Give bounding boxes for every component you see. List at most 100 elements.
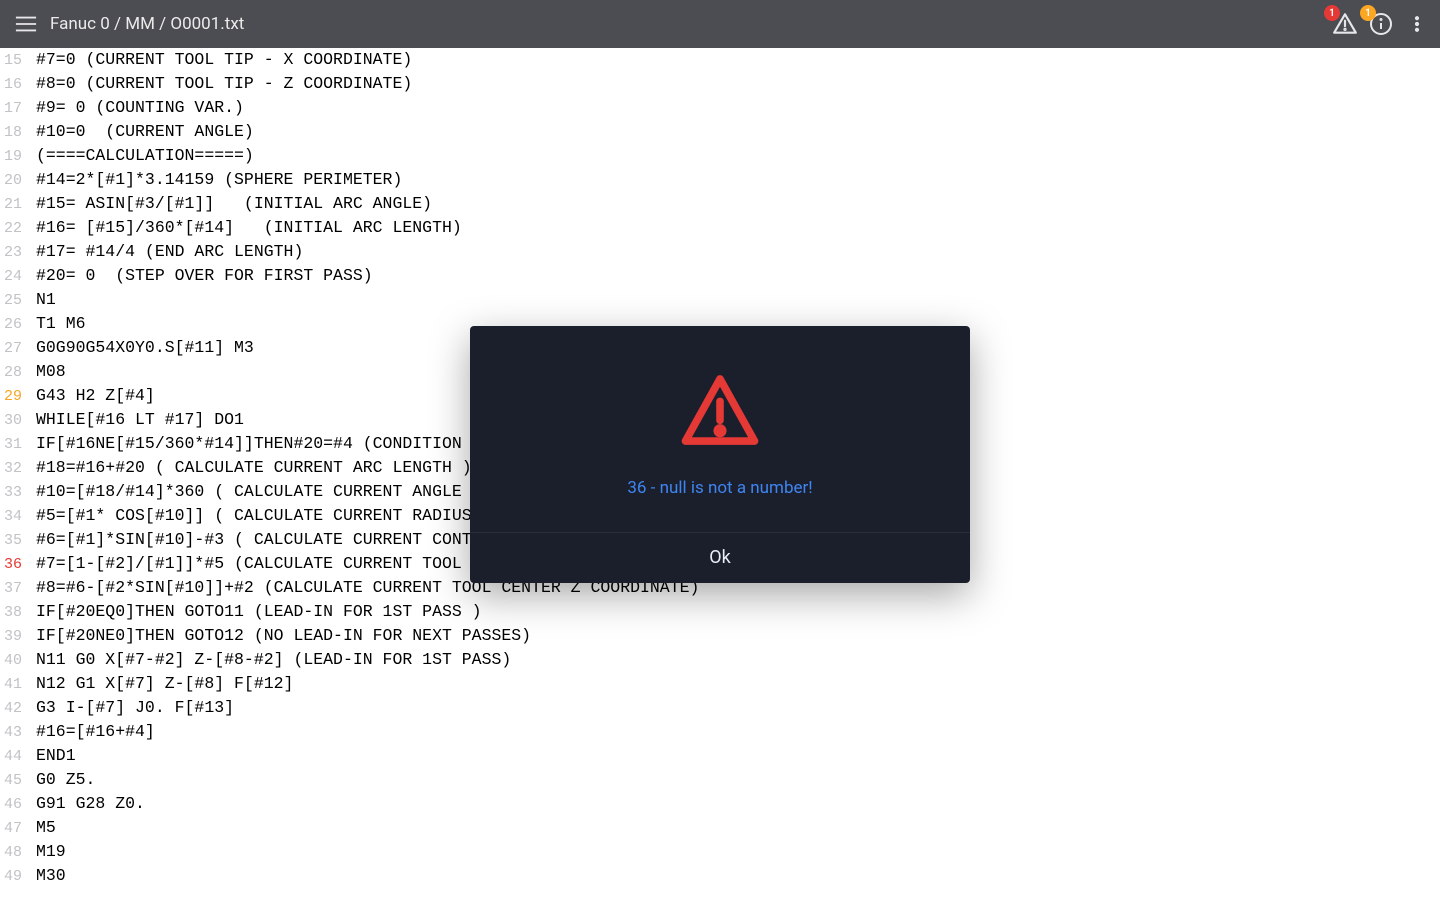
code-line[interactable]: 40N11 G0 X[#7-#2] Z-[#8-#2] (LEAD-IN FOR…	[0, 648, 1440, 672]
code-line[interactable]: 48M19	[0, 840, 1440, 864]
code-text: T1 M6	[30, 312, 86, 336]
line-number: 21	[0, 193, 30, 217]
code-text: IF[#20EQ0]THEN GOTO11 (LEAD-IN FOR 1ST P…	[30, 600, 482, 624]
code-line[interactable]: 19(====CALCULATION=====)	[0, 144, 1440, 168]
line-number: 46	[0, 793, 30, 817]
code-line[interactable]: 21#15= ASIN[#3/[#1]] (INITIAL ARC ANGLE)	[0, 192, 1440, 216]
code-line[interactable]: 45G0 Z5.	[0, 768, 1440, 792]
code-line[interactable]: 18#10=0 (CURRENT ANGLE)	[0, 120, 1440, 144]
menu-button[interactable]	[12, 10, 40, 38]
line-number: 42	[0, 697, 30, 721]
line-number: 32	[0, 457, 30, 481]
code-line[interactable]: 46G91 G28 Z0.	[0, 792, 1440, 816]
code-text: #18=#16+#20 ( CALCULATE CURRENT ARC LENG…	[30, 456, 472, 480]
line-number: 36	[0, 553, 30, 577]
line-number: 37	[0, 577, 30, 601]
code-text: #9= 0 (COUNTING VAR.)	[30, 96, 244, 120]
line-number: 45	[0, 769, 30, 793]
code-text: M08	[30, 360, 66, 384]
hamburger-icon	[15, 15, 37, 33]
warning-badge: 1	[1324, 5, 1340, 21]
code-line[interactable]: 43#16=[#16+#4]	[0, 720, 1440, 744]
line-number: 34	[0, 505, 30, 529]
code-line[interactable]: 20#14=2*[#1]*3.14159 (SPHERE PERIMETER)	[0, 168, 1440, 192]
code-text: #5=[#1* COS[#10]] ( CALCULATE CURRENT RA…	[30, 504, 482, 528]
line-number: 19	[0, 145, 30, 169]
code-text: IF[#20NE0]THEN GOTO12 (NO LEAD-IN FOR NE…	[30, 624, 531, 648]
line-number: 28	[0, 361, 30, 385]
line-number: 41	[0, 673, 30, 697]
code-line[interactable]: 25N1	[0, 288, 1440, 312]
line-number: 26	[0, 313, 30, 337]
code-text: G0 Z5.	[30, 768, 95, 792]
line-number: 27	[0, 337, 30, 361]
line-number: 20	[0, 169, 30, 193]
code-text: N12 G1 X[#7] Z-[#8] F[#12]	[30, 672, 293, 696]
code-text: G43 H2 Z[#4]	[30, 384, 155, 408]
info-button[interactable]: 1	[1366, 9, 1396, 39]
more-button[interactable]	[1402, 9, 1432, 39]
code-text: #20= 0 (STEP OVER FOR FIRST PASS)	[30, 264, 373, 288]
code-text: #16= [#15]/360*[#14] (INITIAL ARC LENGTH…	[30, 216, 462, 240]
code-text: #17= #14/4 (END ARC LENGTH)	[30, 240, 303, 264]
line-number: 31	[0, 433, 30, 457]
code-text: #14=2*[#1]*3.14159 (SPHERE PERIMETER)	[30, 168, 402, 192]
line-number: 39	[0, 625, 30, 649]
code-line[interactable]: 49M30	[0, 864, 1440, 888]
code-text: #16=[#16+#4]	[30, 720, 155, 744]
code-line[interactable]: 23#17= #14/4 (END ARC LENGTH)	[0, 240, 1440, 264]
code-text: N1	[30, 288, 56, 312]
code-text: END1	[30, 744, 76, 768]
code-text: G91 G28 Z0.	[30, 792, 145, 816]
code-text: #10=[#18/#14]*360 ( CALCULATE CURRENT AN…	[30, 480, 482, 504]
line-number: 47	[0, 817, 30, 841]
code-text: #15= ASIN[#3/[#1]] (INITIAL ARC ANGLE)	[30, 192, 432, 216]
header-bar: Fanuc 0 / MM / O0001.txt 1 1	[0, 0, 1440, 48]
header-title: Fanuc 0 / MM / O0001.txt	[50, 14, 244, 34]
info-badge: 1	[1360, 5, 1376, 21]
code-line[interactable]: 42G3 I-[#7] J0. F[#13]	[0, 696, 1440, 720]
header-actions: 1 1	[1330, 9, 1432, 39]
line-number: 48	[0, 841, 30, 865]
code-line[interactable]: 22#16= [#15]/360*[#14] (INITIAL ARC LENG…	[0, 216, 1440, 240]
code-line[interactable]: 44END1	[0, 744, 1440, 768]
code-text: #8=0 (CURRENT TOOL TIP - Z COORDINATE)	[30, 72, 412, 96]
warnings-button[interactable]: 1	[1330, 9, 1360, 39]
code-text: (====CALCULATION=====)	[30, 144, 254, 168]
code-text: G0G90G54X0Y0.S[#11] M3	[30, 336, 254, 360]
code-text: M19	[30, 840, 66, 864]
code-text: #7=0 (CURRENT TOOL TIP - X COORDINATE)	[30, 48, 412, 72]
alert-triangle-icon	[677, 372, 763, 448]
line-number: 44	[0, 745, 30, 769]
code-line[interactable]: 17#9= 0 (COUNTING VAR.)	[0, 96, 1440, 120]
line-number: 18	[0, 121, 30, 145]
code-line[interactable]: 47M5	[0, 816, 1440, 840]
code-text: #10=0 (CURRENT ANGLE)	[30, 120, 254, 144]
code-text: N11 G0 X[#7-#2] Z-[#8-#2] (LEAD-IN FOR 1…	[30, 648, 511, 672]
dialog-message: 36 - null is not a number!	[470, 448, 970, 532]
line-number: 29	[0, 385, 30, 409]
line-number: 24	[0, 265, 30, 289]
line-number: 40	[0, 649, 30, 673]
line-number: 15	[0, 49, 30, 73]
line-number: 25	[0, 289, 30, 313]
line-number: 35	[0, 529, 30, 553]
code-text: M30	[30, 864, 66, 888]
code-line[interactable]: 24#20= 0 (STEP OVER FOR FIRST PASS)	[0, 264, 1440, 288]
dialog-ok-button[interactable]: Ok	[470, 533, 970, 583]
line-number: 16	[0, 73, 30, 97]
line-number: 17	[0, 97, 30, 121]
code-line[interactable]: 41N12 G1 X[#7] Z-[#8] F[#12]	[0, 672, 1440, 696]
line-number: 49	[0, 865, 30, 889]
line-number: 43	[0, 721, 30, 745]
code-line[interactable]: 38IF[#20EQ0]THEN GOTO11 (LEAD-IN FOR 1ST…	[0, 600, 1440, 624]
dialog-icon-wrap	[470, 326, 970, 448]
code-line[interactable]: 16#8=0 (CURRENT TOOL TIP - Z COORDINATE)	[0, 72, 1440, 96]
line-number: 33	[0, 481, 30, 505]
code-text: G3 I-[#7] J0. F[#13]	[30, 696, 234, 720]
code-text: WHILE[#16 LT #17] DO1	[30, 408, 244, 432]
code-text: M5	[30, 816, 56, 840]
code-line[interactable]: 15#7=0 (CURRENT TOOL TIP - X COORDINATE)	[0, 48, 1440, 72]
code-line[interactable]: 39IF[#20NE0]THEN GOTO12 (NO LEAD-IN FOR …	[0, 624, 1440, 648]
error-dialog: 36 - null is not a number! Ok	[470, 326, 970, 583]
